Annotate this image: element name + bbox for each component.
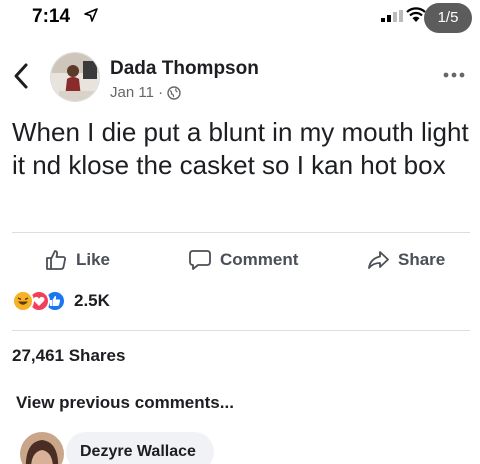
post-date[interactable]: Jan 11 · [110,84,163,101]
comment-bubble[interactable]: Dezyre Wallace [66,432,214,464]
commenter-avatar[interactable] [20,432,64,464]
post-actions: Like Comment Share [0,240,480,276]
share-label: Share [398,250,446,269]
haha-reaction-icon [12,290,34,312]
share-count[interactable]: 27,461 Shares [12,346,125,366]
signal-icon [381,10,403,22]
back-chevron-icon[interactable] [10,62,32,90]
share-icon [368,251,389,269]
post-meta: Jan 11 · [110,84,181,101]
reaction-count: 2.5K [74,291,110,310]
more-icon[interactable] [442,70,466,80]
comment-label: Comment [220,250,299,269]
wifi-icon [406,7,426,22]
status-time: 7:14 [32,6,71,27]
commenter-photo [20,432,64,464]
location-arrow-icon [84,8,98,22]
image-page-indicator: 1/5 [424,3,472,33]
comment-author[interactable]: Dezyre Wallace [80,443,196,461]
reaction-summary[interactable]: 2.5K [12,290,110,312]
globe-icon [167,85,181,100]
post-text: When I die put a blunt in my mouth light… [12,117,469,180]
author-avatar[interactable] [50,52,100,102]
divider [12,330,470,331]
comment-icon [189,250,211,270]
status-bar: 7:14 1/5 [0,0,480,34]
avatar-photo [51,53,99,101]
divider [12,232,470,233]
view-previous-comments-link[interactable]: View previous comments... [16,393,234,413]
share-button[interactable]: Share [366,248,445,272]
like-label: Like [76,250,111,269]
comment-button[interactable]: Comment [188,248,298,272]
like-icon [46,250,66,270]
like-button[interactable]: Like [44,248,110,272]
author-name[interactable]: Dada Thompson [110,58,259,80]
